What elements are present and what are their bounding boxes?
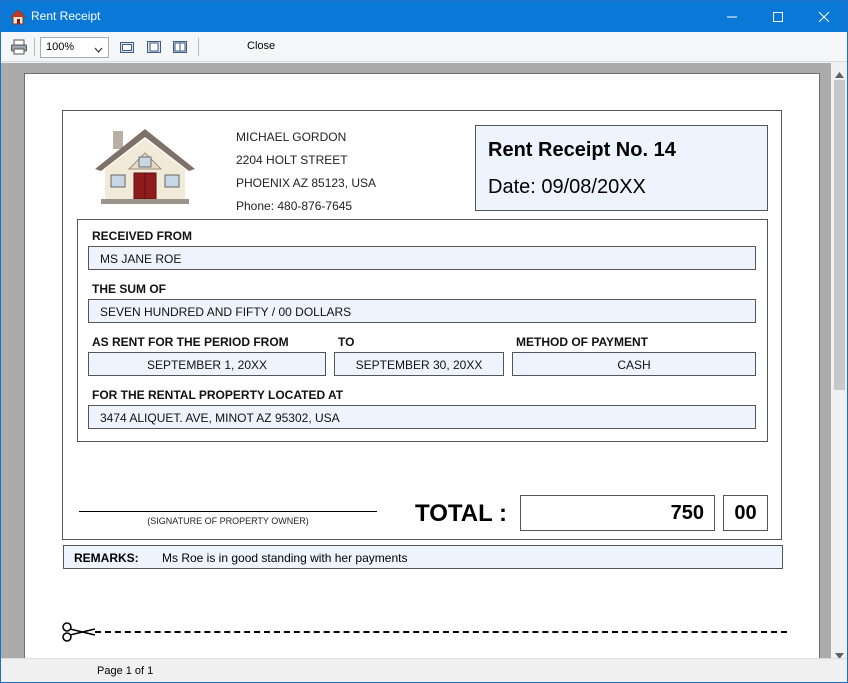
payment-method-field: CASH	[512, 352, 756, 376]
signature-caption: (SIGNATURE OF PROPERTY OWNER)	[147, 516, 309, 526]
period-to-label: TO	[338, 335, 355, 349]
minimize-button[interactable]	[709, 1, 755, 32]
toolbar-separator	[198, 38, 199, 56]
owner-name: MICHAEL GORDON	[236, 130, 347, 144]
received-from-field: MS JANE ROE	[88, 246, 756, 270]
toolbar-separator	[34, 38, 35, 56]
sum-field: SEVEN HUNDRED AND FIFTY / 00 DOLLARS	[88, 299, 756, 323]
property-field: 3474 ALIQUET. AVE, MINOT AZ 95302, USA	[88, 405, 756, 429]
property-label: FOR THE RENTAL PROPERTY LOCATED AT	[92, 388, 344, 402]
scrollbar-thumb[interactable]	[834, 80, 845, 390]
rent-receipt: MICHAEL GORDON 2204 HOLT STREET PHOENIX …	[62, 110, 783, 569]
report-page: MICHAEL GORDON 2204 HOLT STREET PHOENIX …	[24, 73, 820, 658]
house-icon	[9, 9, 27, 25]
receipt-number: Rent Receipt No. 14	[488, 139, 676, 161]
signature-line	[79, 511, 377, 512]
chevron-down-icon	[94, 44, 103, 56]
status-bar: Page 1 of 1	[1, 658, 847, 682]
remarks-label: REMARKS:	[74, 551, 139, 565]
house-icon	[91, 127, 199, 205]
sum-label: THE SUM OF	[92, 282, 166, 296]
period-to-field: SEPTEMBER 30, 20XX	[334, 352, 504, 376]
close-button[interactable]: Close	[247, 40, 275, 52]
page-count: Page 1 of 1	[97, 665, 154, 677]
two-page-icon[interactable]	[171, 38, 189, 56]
owner-street: 2204 HOLT STREET	[236, 153, 348, 167]
payment-method-label: METHOD OF PAYMENT	[516, 335, 649, 349]
cut-line	[61, 622, 787, 642]
zoom-value: 100%	[46, 41, 75, 53]
scroll-up-icon[interactable]	[835, 67, 844, 81]
window-title: Rent Receipt	[31, 9, 101, 23]
received-from-label: RECEIVED FROM	[92, 229, 193, 243]
toolbar: 100% Close	[1, 32, 847, 62]
title-bar: Rent Receipt	[1, 1, 847, 32]
period-from-label: AS RENT FOR THE PERIOD FROM	[92, 335, 289, 349]
maximize-button[interactable]	[755, 1, 801, 32]
total-cents: 00	[723, 495, 768, 531]
page-setup-icon[interactable]	[118, 38, 136, 56]
remarks-bar: REMARKS: Ms Roe is in good standing with…	[63, 545, 783, 569]
total-label: TOTAL :	[415, 500, 507, 527]
period-from-field: SEPTEMBER 1, 20XX	[88, 352, 326, 376]
receipt-date: Date: 09/08/20XX	[488, 176, 646, 198]
owner-city: PHOENIX AZ 85123, USA	[236, 176, 377, 190]
owner-address: MICHAEL GORDON 2204 HOLT STREET PHOENIX …	[236, 126, 376, 218]
remarks-text: Ms Roe is in good standing with her paym…	[162, 551, 408, 565]
dashed-cut-line	[95, 631, 787, 633]
receipt-header-box: Rent Receipt No. 14 Date: 09/08/20XX	[475, 125, 768, 211]
receipt-details: RECEIVED FROM MS JANE ROE THE SUM OF SEV…	[77, 219, 768, 442]
owner-phone: Phone: 480-876-7645	[236, 199, 353, 213]
single-page-icon[interactable]	[145, 38, 163, 56]
report-viewer-window: Rent Receipt 100% Close MICHAEL GORDON 2…	[0, 0, 848, 683]
scissors-icon	[61, 622, 97, 645]
zoom-select[interactable]: 100%	[40, 37, 109, 58]
vertical-scrollbar[interactable]	[831, 63, 847, 659]
printer-icon[interactable]	[10, 38, 28, 56]
close-window-button[interactable]	[801, 1, 847, 32]
total-amount: 750	[520, 495, 715, 531]
document-viewer: MICHAEL GORDON 2204 HOLT STREET PHOENIX …	[1, 63, 831, 658]
